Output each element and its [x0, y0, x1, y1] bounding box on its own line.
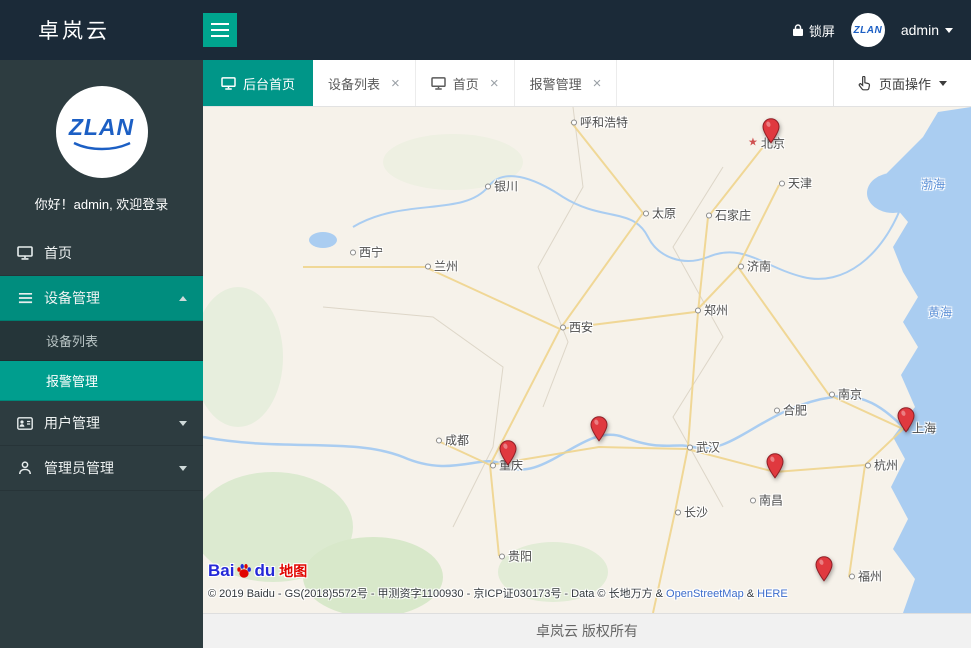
tab-label: 报警管理 — [530, 74, 582, 93]
sidebar-item-home[interactable]: 首页 — [0, 231, 203, 276]
user-dropdown[interactable]: admin — [901, 22, 953, 38]
map-city-label: 郑州 — [695, 302, 728, 319]
user-name: admin — [901, 22, 939, 38]
sidebar-item-admin-management[interactable]: 管理员管理 — [0, 446, 203, 491]
sidebar-item-label: 首页 — [44, 243, 72, 263]
page-operations-label: 页面操作 — [879, 74, 931, 93]
sidebar-nav: 首页 设备管理 设备列表 报警管理 用户管理 — [0, 231, 203, 491]
map-city-label: 西安 — [560, 319, 593, 336]
map-attribution: © 2019 Baidu - GS(2018)5572号 - 甲测资字11009… — [208, 585, 788, 601]
sidebar-item-alarm-management[interactable]: 报警管理 — [0, 361, 203, 401]
map-decoration — [203, 107, 971, 613]
baidu-map-logo: Bai du 地图 — [208, 561, 307, 581]
tab-device-list[interactable]: 设备列表 × — [313, 60, 416, 106]
sidebar: ZLAN 你好！admin, 欢迎登录 首页 设备管理 设备列表 — [0, 60, 203, 648]
sidebar-item-label: 用户管理 — [44, 413, 100, 433]
copyright-text: 卓岚云 版权所有 — [536, 621, 638, 641]
chevron-up-icon — [179, 296, 187, 301]
alarm-marker-pin[interactable] — [590, 416, 608, 442]
map-city-label: 杭州 — [865, 457, 898, 474]
map-city-label: 武汉 — [687, 439, 720, 456]
map-city-label: 南昌 — [750, 492, 783, 509]
top-header: 卓岚云 锁屏 ZLAN admin — [0, 0, 971, 60]
map-city-label: 天津 — [779, 175, 812, 192]
page-operations-button[interactable]: 页面操作 — [833, 60, 971, 106]
sidebar-zlan-logo: ZLAN — [56, 86, 148, 178]
alarm-marker-pin[interactable] — [762, 118, 780, 144]
alarm-marker-pin[interactable] — [897, 407, 915, 433]
chevron-down-icon — [179, 466, 187, 471]
tab-home[interactable]: 首页 × — [416, 60, 515, 106]
tab-label: 后台首页 — [243, 74, 295, 93]
map-canvas[interactable]: 呼和浩特★北京天津渤海银川太原石家庄西宁兰州济南郑州黄海西安南京合肥上海成都武汉… — [203, 107, 971, 613]
monitor-icon — [431, 77, 446, 90]
header-zlan-logo: ZLAN — [851, 13, 885, 47]
tab-alarm-management[interactable]: 报警管理 × — [515, 60, 618, 106]
map-city-label: 石家庄 — [706, 207, 751, 224]
close-icon[interactable]: × — [593, 76, 602, 91]
map-sea-label: 渤海 — [921, 176, 945, 193]
map-city-label: 贵阳 — [499, 548, 532, 565]
lock-screen-button[interactable]: 锁屏 — [792, 21, 835, 40]
chevron-down-icon — [939, 81, 947, 86]
menu-lines-icon — [16, 292, 34, 304]
tab-bar: 后台首页 设备列表 × 首页 × 报警管理 × 页面操作 — [203, 60, 971, 107]
map-city-label: 济南 — [738, 258, 771, 275]
app-window: 卓岚云 锁屏 ZLAN admin ZLAN 你好！admin, 欢迎登录 — [0, 0, 971, 648]
brand-title: 卓岚云 — [38, 15, 110, 45]
baidu-paw-icon — [236, 563, 252, 579]
sidebar-item-label: 报警管理 — [46, 371, 98, 390]
map-sea-label: 黄海 — [928, 304, 952, 321]
map-city-label: 长沙 — [675, 504, 708, 521]
sidebar-toggle-button[interactable] — [203, 13, 237, 47]
map-city-label: 兰州 — [425, 258, 458, 275]
tab-label: 首页 — [453, 74, 479, 93]
monitor-icon — [16, 246, 34, 260]
sidebar-item-device-management[interactable]: 设备管理 — [0, 276, 203, 321]
sidebar-item-label: 设备管理 — [44, 288, 100, 308]
page-footer: 卓岚云 版权所有 — [203, 613, 971, 648]
close-icon[interactable]: × — [391, 76, 400, 91]
sidebar-item-device-list[interactable]: 设备列表 — [0, 321, 203, 361]
alarm-marker-pin[interactable] — [499, 440, 517, 466]
map-city-label: 银川 — [485, 178, 518, 195]
sidebar-item-label: 设备列表 — [46, 331, 98, 350]
alarm-marker-pin[interactable] — [815, 556, 833, 582]
tab-dashboard[interactable]: 后台首页 — [203, 60, 313, 106]
header-right-cluster: 锁屏 ZLAN admin — [792, 13, 953, 47]
openstreetmap-link[interactable]: OpenStreetMap — [666, 588, 744, 600]
chevron-down-icon — [945, 28, 953, 33]
here-link[interactable]: HERE — [757, 588, 788, 600]
map-city-label: 太原 — [643, 205, 676, 222]
tab-label: 设备列表 — [328, 74, 380, 93]
chevron-down-icon — [179, 421, 187, 426]
map-city-label: 西宁 — [350, 244, 383, 261]
sidebar-item-user-management[interactable]: 用户管理 — [0, 401, 203, 446]
lock-screen-label: 锁屏 — [809, 21, 835, 40]
monitor-icon — [221, 77, 236, 90]
map-city-label: 福州 — [849, 568, 882, 585]
map-city-label: 南京 — [829, 386, 862, 403]
main-content: 后台首页 设备列表 × 首页 × 报警管理 × 页面操作 — [203, 60, 971, 648]
close-icon[interactable]: × — [490, 76, 499, 91]
id-card-icon — [16, 417, 34, 430]
hand-pointer-icon — [858, 76, 871, 91]
sidebar-item-label: 管理员管理 — [44, 458, 114, 478]
logo-swoosh — [72, 141, 132, 151]
map-city-label: 呼和浩特 — [571, 114, 628, 131]
map-city-label: 合肥 — [774, 402, 807, 419]
lock-icon — [792, 23, 804, 37]
map-city-label: 成都 — [436, 432, 469, 449]
alarm-marker-pin[interactable] — [766, 453, 784, 479]
welcome-text: 你好！admin, 欢迎登录 — [0, 194, 203, 213]
person-icon — [16, 461, 34, 475]
